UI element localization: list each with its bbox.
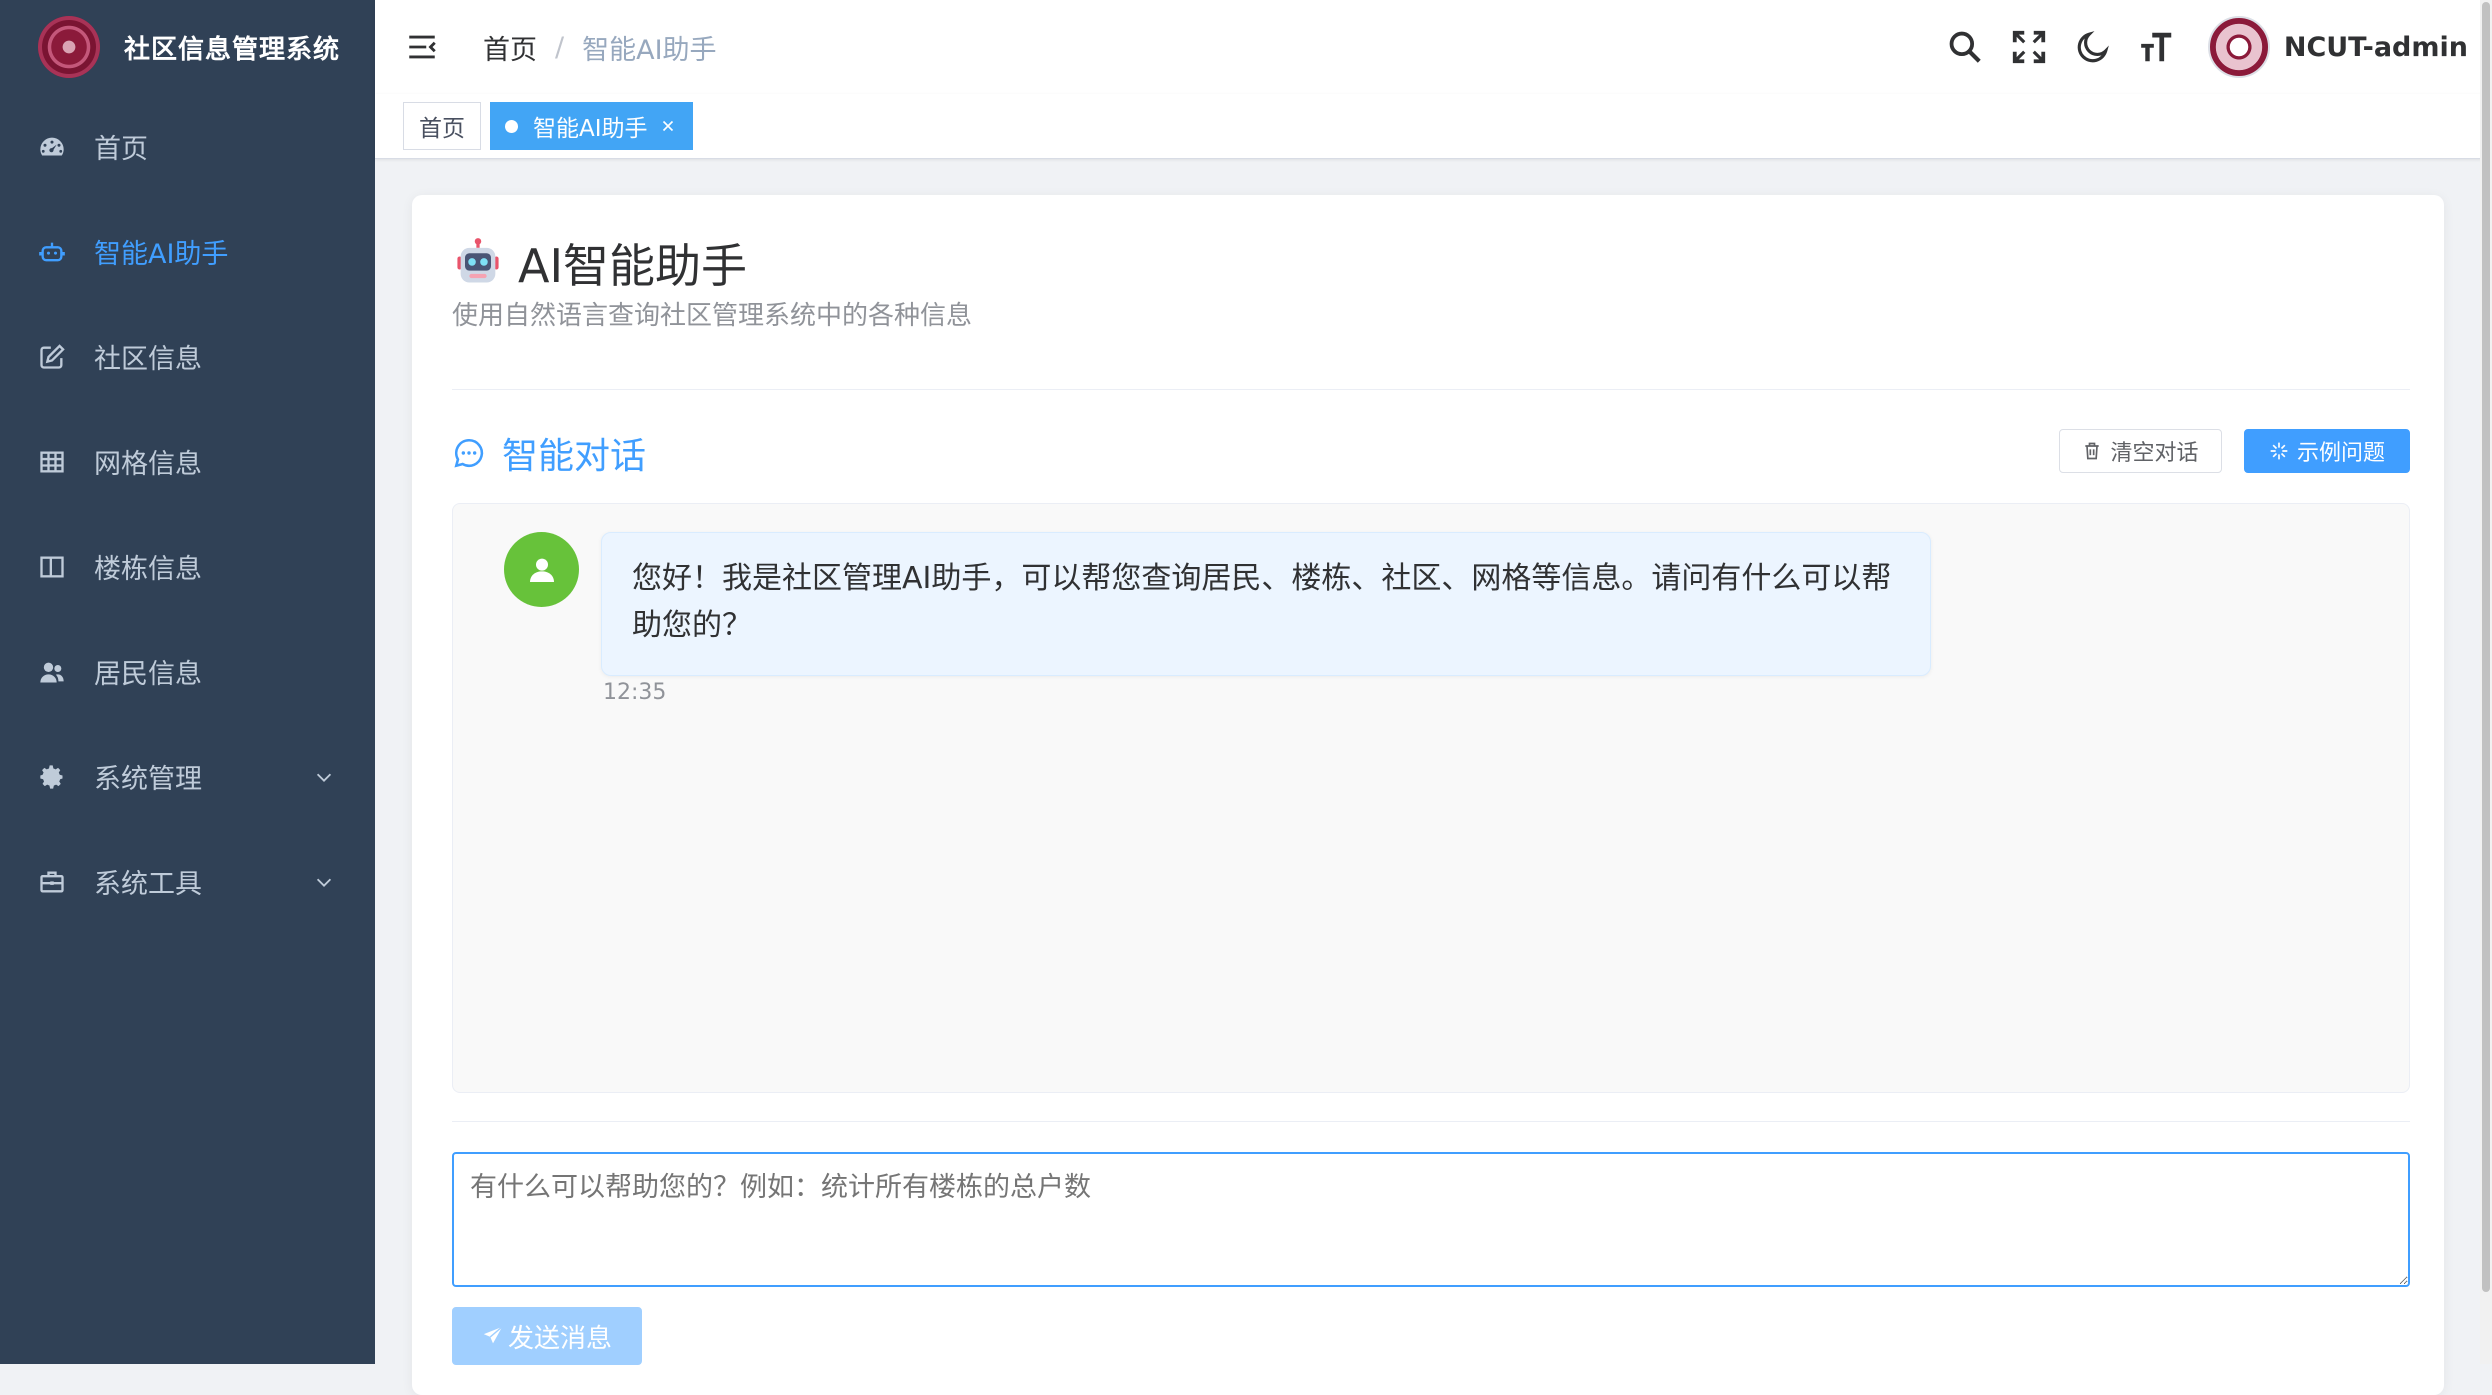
search-icon[interactable] [1946, 28, 1984, 66]
send-message-button[interactable]: 发送消息 [452, 1307, 642, 1365]
sidebar-item-resident[interactable]: 居民信息 [0, 619, 375, 724]
sidebar-item-building[interactable]: 楼栋信息 [0, 514, 375, 619]
breadcrumb: 首页 / 智能AI助手 [483, 28, 717, 67]
grid-table-icon [38, 448, 66, 476]
sidebar-item-label: 智能AI助手 [94, 239, 229, 270]
sidebar-item-label: 系统管理 [94, 764, 202, 795]
sidebar-item-community[interactable]: 社区信息 [0, 304, 375, 409]
message-time: 12:35 [603, 680, 667, 705]
font-size-icon[interactable] [2138, 28, 2176, 66]
sidebar-item-system-management[interactable]: 系统管理 [0, 724, 375, 829]
sidebar-item-label: 社区信息 [94, 344, 202, 375]
sparkle-icon [2270, 442, 2288, 460]
gear-icon [38, 763, 66, 791]
people-icon [38, 658, 66, 686]
navbar: 首页 / 智能AI助手 NCUT-admin [375, 0, 2492, 94]
sidebar-item-grid[interactable]: 网格信息 [0, 409, 375, 514]
username[interactable]: NCUT-admin [2284, 32, 2468, 63]
hamburger-menu-icon[interactable] [405, 30, 439, 64]
trash-icon [2085, 442, 2100, 460]
sidebar-item-system-tools[interactable]: 系统工具 [0, 829, 375, 934]
close-icon[interactable] [659, 117, 677, 135]
page-title: AI智能助手 [452, 230, 747, 296]
active-dot-icon [505, 119, 518, 133]
dark-mode-icon[interactable] [2074, 28, 2112, 66]
edit-icon [38, 343, 66, 371]
clear-chat-label: 清空对话 [2110, 441, 2199, 466]
tag-label: 首页 [419, 116, 465, 142]
chat-bubble-icon [454, 438, 484, 468]
chat-messages-area[interactable]: 您好！我是社区管理AI助手，可以帮您查询居民、楼栋、社区、网格等信息。请问有什么… [452, 503, 2410, 1093]
assistant-avatar [504, 532, 579, 607]
tag-home[interactable]: 首页 [403, 102, 481, 150]
brand-title: 社区信息管理系统 [124, 34, 341, 65]
send-label: 发送消息 [507, 1323, 612, 1354]
main-card: AI智能助手 使用自然语言查询社区管理系统中的各种信息 智能对话 清空对话 示例… [412, 195, 2444, 1395]
brand[interactable]: 社区信息管理系统 [0, 0, 375, 94]
sidebar-item-label: 网格信息 [94, 449, 202, 480]
breadcrumb-separator: / [555, 32, 565, 63]
sidebar-menu: 首页 智能AI助手 社区信息 网格信息 楼栋信息 居民信息 系统管理 系统工具 [0, 94, 375, 934]
tag-label: 智能AI助手 [533, 116, 648, 142]
chevron-down-icon [316, 878, 332, 887]
sidebar-item-label: 居民信息 [94, 659, 202, 690]
chat-title-text: 智能对话 [502, 436, 647, 477]
sidebar-item-label: 楼栋信息 [94, 554, 202, 585]
navbar-right: NCUT-admin [1946, 0, 2468, 94]
sidebar-item-ai-assistant[interactable]: 智能AI助手 [0, 199, 375, 304]
sidebar: 社区信息管理系统 首页 智能AI助手 社区信息 网格信息 楼栋信息 居民信息 系… [0, 0, 375, 1364]
breadcrumb-home[interactable]: 首页 [483, 28, 537, 67]
toolbox-icon [38, 868, 66, 896]
fullscreen-icon[interactable] [2010, 28, 2048, 66]
breadcrumb-current: 智能AI助手 [582, 35, 717, 66]
tag-ai-assistant[interactable]: 智能AI助手 [490, 102, 693, 150]
robot-icon [38, 238, 66, 266]
message-bubble: 您好！我是社区管理AI助手，可以帮您查询居民、楼栋、社区、网格等信息。请问有什么… [601, 532, 1931, 676]
brand-logo [38, 16, 100, 78]
page-title-text: AI智能助手 [518, 239, 748, 293]
sidebar-item-label: 系统工具 [94, 869, 202, 900]
page-subtitle: 使用自然语言查询社区管理系统中的各种信息 [452, 301, 973, 331]
page-scrollbar[interactable] [2480, 0, 2492, 1364]
avatar[interactable] [2207, 16, 2270, 78]
sidebar-item-home[interactable]: 首页 [0, 94, 375, 199]
tags-view: 首页 智能AI助手 [375, 94, 2492, 159]
sidebar-item-label: 首页 [94, 134, 148, 165]
chat-input[interactable] [452, 1152, 2410, 1287]
example-questions-button[interactable]: 示例问题 [2244, 429, 2410, 473]
divider [452, 1121, 2410, 1122]
divider [452, 389, 2410, 390]
robot-emoji-icon [457, 238, 499, 283]
chat-section-title: 智能对话 [452, 427, 646, 479]
clear-chat-button[interactable]: 清空对话 [2059, 429, 2222, 473]
user-icon [529, 558, 554, 582]
dashboard-icon [38, 133, 66, 161]
send-icon [483, 1326, 503, 1344]
scrollbar-thumb[interactable] [2482, 2, 2490, 1292]
chevron-down-icon [316, 773, 332, 782]
example-questions-label: 示例问题 [2296, 441, 2385, 466]
building-icon [38, 553, 66, 581]
